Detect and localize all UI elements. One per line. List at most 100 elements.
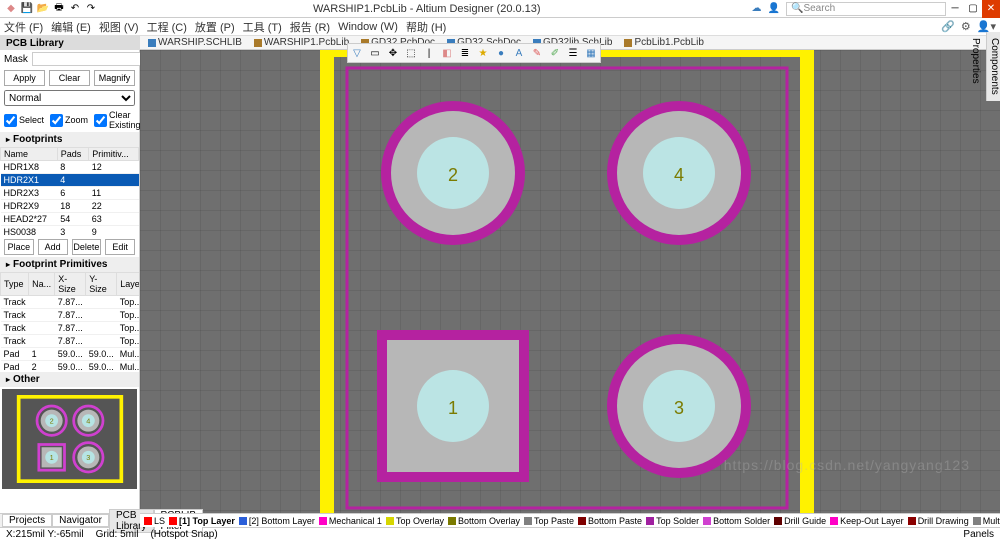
bottom-tab-0[interactable]: Projects: [2, 514, 52, 527]
primitive-row[interactable]: Track7.87...Top...: [1, 309, 140, 322]
cloud-icon[interactable]: ☁: [752, 3, 762, 14]
maximize-button[interactable]: ▢: [964, 0, 982, 18]
settings-icon[interactable]: ⚙: [961, 20, 971, 33]
col-header[interactable]: Pads: [57, 148, 89, 161]
primitive-row[interactable]: Pad259.0...59.0...Mul...: [1, 361, 140, 373]
menu-4[interactable]: 放置 (P): [195, 19, 235, 35]
pad-2[interactable]: 2: [381, 101, 525, 245]
zoom-check[interactable]: Zoom: [50, 110, 88, 130]
undo-icon[interactable]: ↶: [68, 2, 82, 16]
menu-8[interactable]: 帮助 (H): [406, 19, 446, 35]
col-header[interactable]: Layer: [117, 273, 139, 296]
components-tab[interactable]: Components: [989, 38, 1000, 95]
menu-1[interactable]: 编辑 (E): [51, 19, 91, 35]
svg-text:3: 3: [674, 398, 684, 418]
pad-3[interactable]: 3: [607, 334, 751, 478]
place-button[interactable]: Place: [4, 239, 34, 255]
primitives-section[interactable]: Footprint Primitives: [0, 257, 139, 272]
footprint-row[interactable]: HDR1X8812: [1, 161, 139, 174]
svg-text:2: 2: [448, 165, 458, 185]
grid-icon[interactable]: ☰: [566, 46, 580, 60]
layer-tab-8[interactable]: Top Solder: [646, 516, 699, 526]
highlight-icon[interactable]: ★: [476, 46, 490, 60]
doctab-1[interactable]: WARSHIP1.PcbLib: [250, 37, 353, 48]
doctab-5[interactable]: PcbLib1.PcbLib: [620, 37, 708, 48]
align-icon[interactable]: ≣: [458, 46, 472, 60]
pad-4[interactable]: 4: [607, 101, 751, 245]
primitive-row[interactable]: Pad159.0...59.0...Mul...: [1, 348, 140, 361]
panels-button[interactable]: Panels: [963, 529, 994, 540]
footprints-section[interactable]: Footprints: [0, 132, 139, 147]
user-icon[interactable]: 👤: [768, 3, 780, 14]
menu-7[interactable]: Window (W): [338, 21, 398, 33]
redo-icon[interactable]: ↷: [84, 2, 98, 16]
measure-icon[interactable]: ✐: [548, 46, 562, 60]
apply-button[interactable]: Apply: [4, 70, 45, 86]
footprint-row[interactable]: HDR2X91822: [1, 200, 139, 213]
col-header[interactable]: Primitiv...: [89, 148, 139, 161]
delete-button[interactable]: Delete: [72, 239, 102, 255]
layer-tab-13[interactable]: Multi-Layer: [973, 516, 1000, 526]
footprint-row[interactable]: HEAD2*275463: [1, 213, 139, 226]
col-header[interactable]: Y-Size: [86, 273, 117, 296]
doctab-0[interactable]: WARSHIP.SCHLIB: [144, 37, 246, 48]
select-check[interactable]: Select: [4, 110, 44, 130]
move-icon[interactable]: ✥: [386, 46, 400, 60]
edit-tool-icon[interactable]: ✎: [530, 46, 544, 60]
menu-3[interactable]: 工程 (C): [147, 19, 187, 35]
layer-tab-0[interactable]: LS: [144, 516, 165, 526]
open-icon[interactable]: 📂: [36, 2, 50, 16]
svg-text:2: 2: [49, 416, 53, 425]
menu-2[interactable]: 视图 (V): [99, 19, 139, 35]
properties-tab[interactable]: Properties: [970, 38, 981, 95]
layer-swatch: [973, 517, 981, 525]
footprint-row[interactable]: HDR2X3611: [1, 187, 139, 200]
layer-tab-10[interactable]: Drill Guide: [774, 516, 826, 526]
text-tool-icon[interactable]: A: [512, 46, 526, 60]
footprint-row[interactable]: HDR2X14: [1, 174, 139, 187]
zoom-icon[interactable]: ⬚: [404, 46, 418, 60]
filter-icon[interactable]: ▽: [350, 46, 364, 60]
bottom-tab-1[interactable]: Navigator: [52, 514, 109, 527]
pcb-canvas[interactable]: WARSHIP.SCHLIBWARSHIP1.PcbLibGD32.PcbDoc…: [140, 50, 1000, 513]
add-button[interactable]: Add: [38, 239, 68, 255]
3d-icon[interactable]: ▦: [584, 46, 598, 60]
primitive-row[interactable]: Track7.87...Top...: [1, 335, 140, 348]
layer-tab-6[interactable]: Top Paste: [524, 516, 574, 526]
col-header[interactable]: Type: [1, 273, 29, 296]
layer-tab-9[interactable]: Bottom Solder: [703, 516, 770, 526]
col-header[interactable]: Na...: [29, 273, 55, 296]
save-icon[interactable]: 💾: [20, 2, 34, 16]
layer-tab-1[interactable]: [1] Top Layer: [169, 516, 235, 526]
minimize-button[interactable]: ─: [946, 0, 964, 18]
primitive-row[interactable]: Track7.87...Top...: [1, 296, 140, 309]
layer-tab-5[interactable]: Bottom Overlay: [448, 516, 520, 526]
primitive-row[interactable]: Track7.87...Top...: [1, 322, 140, 335]
other-section[interactable]: Other: [0, 372, 139, 387]
layer-tab-3[interactable]: Mechanical 1: [319, 516, 382, 526]
layer-tab-4[interactable]: Top Overlay: [386, 516, 444, 526]
layer-tab-7[interactable]: Bottom Paste: [578, 516, 642, 526]
col-header[interactable]: Name: [1, 148, 58, 161]
dim-icon[interactable]: ●: [494, 46, 508, 60]
col-header[interactable]: X-Size: [55, 273, 86, 296]
select-tool-icon[interactable]: ▭: [368, 46, 382, 60]
mode-select[interactable]: Normal: [4, 90, 135, 106]
search-input[interactable]: 🔍 Search: [786, 2, 946, 16]
print-icon[interactable]: 🖶: [52, 2, 66, 16]
share-icon[interactable]: 🔗: [941, 20, 955, 33]
layers-icon[interactable]: ◧: [440, 46, 454, 60]
clear-button[interactable]: Clear: [49, 70, 90, 86]
close-button[interactable]: ✕: [982, 0, 1000, 18]
footprint-row[interactable]: HS003839: [1, 226, 139, 238]
magnify-button[interactable]: Magnify: [94, 70, 135, 86]
menu-0[interactable]: 文件 (F): [4, 19, 43, 35]
menu-6[interactable]: 报告 (R): [290, 19, 330, 35]
pad-1[interactable]: 1: [377, 330, 529, 482]
layer-tab-12[interactable]: Drill Drawing: [908, 516, 969, 526]
menu-5[interactable]: 工具 (T): [243, 19, 282, 35]
edit-button[interactable]: Edit: [105, 239, 135, 255]
clear-existing-check[interactable]: Clear Existing: [94, 110, 141, 130]
layer-tab-2[interactable]: [2] Bottom Layer: [239, 516, 315, 526]
layer-tab-11[interactable]: Keep-Out Layer: [830, 516, 904, 526]
